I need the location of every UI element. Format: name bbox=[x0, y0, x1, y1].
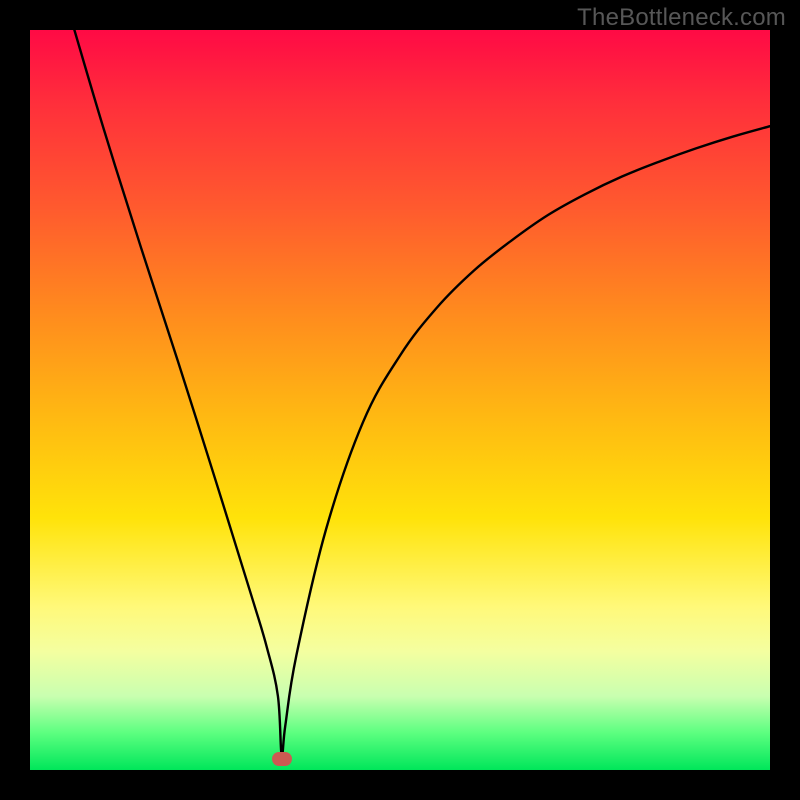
watermark-text: TheBottleneck.com bbox=[577, 4, 786, 32]
chart-frame: TheBottleneck.com bbox=[0, 0, 800, 800]
plot-area bbox=[30, 30, 770, 770]
curve-svg bbox=[30, 30, 770, 770]
optimal-point-marker bbox=[272, 752, 292, 766]
bottleneck-curve bbox=[74, 30, 770, 756]
